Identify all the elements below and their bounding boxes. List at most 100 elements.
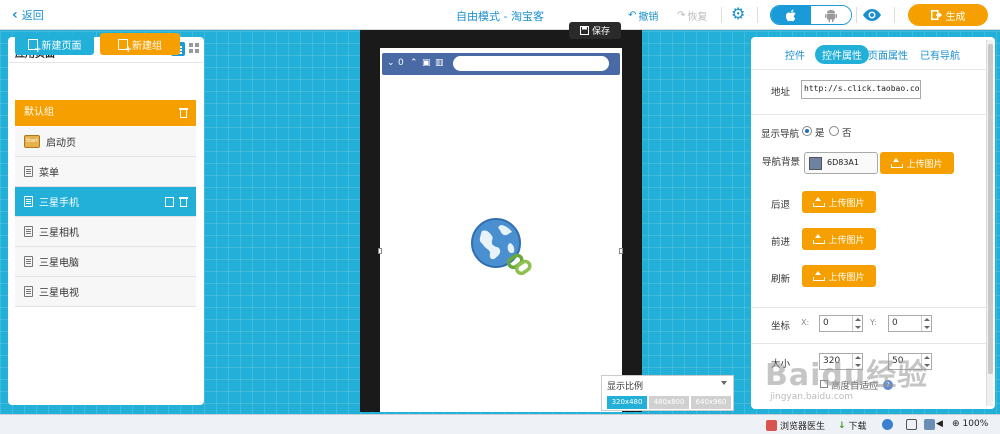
redo-icon: ↷ bbox=[677, 10, 686, 21]
new-page-icon bbox=[27, 38, 42, 55]
android-icon bbox=[825, 9, 837, 22]
chevron-down-icon[interactable]: ⌄ bbox=[387, 58, 395, 68]
history-count: 0 bbox=[398, 58, 404, 68]
stepper-arrows[interactable] bbox=[852, 354, 862, 369]
upload-label: 上传图片 bbox=[828, 235, 865, 246]
apple-icon bbox=[785, 9, 795, 21]
upload-label: 上传图片 bbox=[828, 198, 865, 209]
zoom-icon: ⊕ bbox=[952, 419, 960, 429]
undo-label: 撤销 bbox=[638, 12, 659, 23]
list-item[interactable]: 三星电视 bbox=[15, 277, 196, 307]
trash-icon[interactable]: ▥ bbox=[435, 58, 444, 68]
save-button[interactable]: 保存 bbox=[569, 22, 621, 39]
properties-scrollbar[interactable] bbox=[986, 40, 993, 406]
top-toolbar: ‹ 返回 自由模式 - 淘宝客 ↶ 撤销 ↷ 恢复 ⚙ 生成 bbox=[0, 0, 1000, 30]
nav-bg-color-picker[interactable]: 6D83A1 bbox=[804, 152, 878, 174]
color-value: 6D83A1 bbox=[827, 158, 859, 167]
chevron-up-icon[interactable]: ⌃ bbox=[410, 58, 418, 68]
webview-url-input[interactable] bbox=[453, 56, 609, 71]
address-input[interactable]: http://s.click.taobao.com/ bbox=[801, 80, 921, 99]
y-coordinate-stepper[interactable]: 0 bbox=[888, 315, 932, 332]
save-icon bbox=[579, 26, 589, 35]
scale-option-480x800[interactable]: 480x800 bbox=[649, 396, 689, 409]
back-label: 返回 bbox=[21, 9, 44, 22]
undo-button[interactable]: ↶ 撤销 bbox=[628, 8, 658, 23]
show-nav-no-radio[interactable] bbox=[829, 126, 839, 136]
divider bbox=[8, 62, 204, 63]
list-item[interactable]: Start 启动页 bbox=[15, 127, 196, 157]
ios-option[interactable] bbox=[771, 6, 811, 24]
platform-toggle[interactable] bbox=[770, 5, 852, 25]
group-header[interactable]: 默认组 bbox=[15, 100, 196, 126]
webview-globe-icon bbox=[471, 218, 532, 276]
x-coordinate-stepper[interactable]: 0 bbox=[819, 315, 863, 332]
divider bbox=[751, 307, 989, 308]
tab-existing-nav[interactable]: 已有导航 bbox=[920, 47, 960, 62]
refresh-label: 刷新 bbox=[771, 274, 791, 285]
display-scale-dropdown[interactable]: 显示比例 320x480 480x800 640x960 bbox=[601, 375, 734, 411]
help-icon[interactable]: ? bbox=[883, 380, 893, 390]
eye-icon[interactable] bbox=[862, 8, 882, 22]
show-nav-label: 显示导航 bbox=[761, 129, 800, 140]
new-group-button[interactable]: 新建组 bbox=[100, 33, 180, 55]
forward-label: 前进 bbox=[771, 237, 791, 248]
stepper-arrows[interactable] bbox=[921, 316, 931, 331]
height-adaptive-checkbox[interactable] bbox=[820, 380, 828, 388]
generate-button[interactable]: 生成 bbox=[908, 4, 988, 26]
grid-view-icon[interactable] bbox=[189, 43, 200, 54]
upload-label: 上传图片 bbox=[828, 272, 865, 283]
gear-icon[interactable]: ⚙ bbox=[731, 6, 747, 22]
upload-forward-button[interactable]: 上传图片 bbox=[802, 228, 876, 250]
divider bbox=[856, 7, 857, 23]
divider bbox=[894, 7, 895, 23]
back-label: 后退 bbox=[771, 200, 791, 211]
resize-handle[interactable] bbox=[378, 248, 382, 254]
download-button[interactable]: ↓ 下载 bbox=[838, 419, 867, 433]
grid-icon[interactable] bbox=[924, 419, 935, 430]
stepper-arrows[interactable] bbox=[921, 354, 931, 369]
copy-icon[interactable] bbox=[165, 197, 174, 207]
back-button[interactable]: ‹ 返回 bbox=[12, 7, 44, 23]
new-page-label: 新建页面 bbox=[41, 40, 82, 52]
tab-controls[interactable]: 控件 bbox=[785, 47, 805, 62]
chevron-left-icon: ‹ bbox=[12, 7, 18, 23]
upload-nav-bg-button[interactable]: 上传图片 bbox=[880, 152, 954, 174]
ie-icon[interactable] bbox=[882, 419, 893, 430]
upload-refresh-button[interactable]: 上传图片 bbox=[802, 265, 876, 287]
add-page-icon[interactable]: ▣ bbox=[422, 58, 431, 68]
new-page-button[interactable]: 新建页面 bbox=[15, 33, 94, 55]
coords-label: 坐标 bbox=[771, 321, 791, 332]
show-nav-yes-radio[interactable] bbox=[802, 126, 812, 136]
document-icon bbox=[24, 286, 33, 297]
tab-page-properties[interactable]: 页面属性 bbox=[868, 47, 908, 62]
window-icon[interactable] bbox=[906, 419, 917, 430]
generate-label: 生成 bbox=[945, 11, 966, 23]
stepper-arrows[interactable] bbox=[852, 316, 862, 331]
zoom-control[interactable]: ⊕ 100% bbox=[952, 419, 988, 429]
speaker-icon[interactable]: ◀ bbox=[936, 419, 943, 429]
list-item-selected[interactable]: 三星手机 bbox=[15, 187, 196, 217]
height-stepper[interactable]: 50 bbox=[888, 353, 932, 370]
browser-doctor-button[interactable]: 浏览器医生 bbox=[766, 419, 825, 432]
trash-icon[interactable] bbox=[179, 108, 188, 118]
divider bbox=[721, 7, 722, 23]
scale-option-640x960[interactable]: 640x960 bbox=[691, 396, 731, 409]
scale-option-320x480[interactable]: 320x480 bbox=[607, 396, 647, 409]
scrollbar-thumb[interactable] bbox=[988, 44, 993, 374]
trash-icon[interactable] bbox=[179, 197, 188, 207]
android-option[interactable] bbox=[811, 6, 851, 24]
redo-button[interactable]: ↷ 恢复 bbox=[677, 8, 707, 23]
page-label: 三星电视 bbox=[39, 288, 79, 299]
color-swatch bbox=[809, 157, 822, 170]
width-stepper[interactable]: 320 bbox=[819, 353, 863, 370]
list-item[interactable]: 菜单 bbox=[15, 157, 196, 187]
list-item[interactable]: 三星电脑 bbox=[15, 247, 196, 277]
upload-icon bbox=[891, 158, 904, 168]
yes-label: 是 bbox=[815, 128, 825, 139]
start-page-icon: Start bbox=[24, 135, 40, 148]
tab-control-properties[interactable]: 控件属性 bbox=[815, 45, 869, 64]
upload-back-button[interactable]: 上传图片 bbox=[802, 191, 876, 213]
list-item[interactable]: 三星相机 bbox=[15, 217, 196, 247]
chevron-down-icon[interactable] bbox=[721, 381, 727, 385]
resize-handle[interactable] bbox=[619, 248, 623, 254]
